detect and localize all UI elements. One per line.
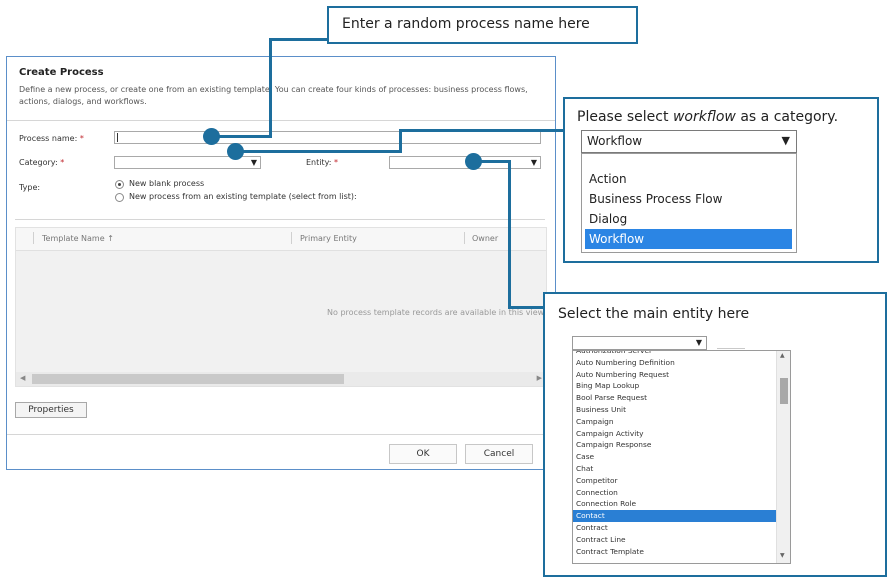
connector-line (399, 129, 402, 152)
process-name-label-text: Process name: (19, 134, 78, 143)
required-mark: * (334, 158, 339, 167)
column-divider (464, 232, 465, 244)
entity-option[interactable]: Contract Template (573, 546, 776, 558)
column-divider (33, 232, 34, 244)
category-label: Category: * (19, 158, 64, 167)
entity-dropdown-list: Authorization Server Auto Numbering Defin… (572, 350, 791, 564)
type-label: Type: (19, 183, 41, 192)
radio-new-blank-label: New blank process (129, 179, 205, 188)
category-option-action[interactable]: Action (585, 169, 792, 189)
cancel-button[interactable]: Cancel (465, 444, 533, 464)
connector-line (269, 38, 328, 41)
dialog-title: Create Process (19, 67, 104, 78)
required-mark: * (79, 134, 84, 143)
chevron-down-icon: ▼ (250, 158, 257, 167)
category-selected-value: Workflow (587, 134, 643, 148)
column-template-name-text: Template Name (42, 234, 105, 243)
radio-from-template[interactable] (115, 193, 124, 202)
dialog-description: Define a new process, or create one from… (19, 85, 528, 106)
entity-option[interactable]: Bing Map Lookup (573, 380, 776, 392)
field-underline (717, 348, 745, 349)
scroll-right-icon[interactable]: ▶ (537, 374, 542, 382)
entity-option[interactable]: Campaign (573, 416, 776, 428)
entity-option[interactable]: Campaign Response (573, 439, 776, 451)
column-owner[interactable]: Owner (472, 234, 498, 243)
entity-label: Entity: * (306, 158, 338, 167)
radio-new-blank-process[interactable] (115, 180, 124, 189)
callout-text: Select the main entity here (558, 306, 750, 322)
vertical-scrollbar[interactable]: ▲ ▼ (776, 351, 790, 563)
callout-text: Please select workflow as a category. (577, 109, 838, 125)
scroll-up-icon[interactable]: ▲ (780, 352, 785, 359)
category-option-business-process-flow[interactable]: Business Process Flow (585, 189, 792, 209)
entity-option[interactable]: Contract (573, 522, 776, 534)
scrollbar-thumb[interactable] (780, 378, 788, 404)
column-template-name[interactable]: Template Name ↑ (42, 234, 114, 243)
footer-divider (7, 434, 555, 435)
empty-grid-message: No process template records are availabl… (327, 308, 546, 317)
callout-text-suffix: as a category. (735, 109, 839, 125)
required-mark: * (60, 158, 65, 167)
category-option-workflow[interactable]: Workflow (585, 229, 792, 249)
entity-option[interactable]: Contract Line (573, 534, 776, 546)
entity-option[interactable]: Bool Parse Request (573, 392, 776, 404)
entity-option[interactable]: Authorization Server (573, 351, 776, 357)
callout-text-emphasis: workflow (672, 109, 736, 125)
connector-line (399, 129, 565, 132)
type-divider (15, 219, 545, 220)
pointer-dot (227, 143, 244, 160)
chevron-down-icon: ▼ (781, 134, 790, 147)
horizontal-scrollbar[interactable]: ◀ ▶ (16, 372, 546, 386)
scrollbar-thumb[interactable] (32, 374, 344, 384)
category-label-text: Category: (19, 158, 58, 167)
entity-option[interactable]: Connection Role (573, 498, 776, 510)
entity-label-text: Entity: (306, 158, 332, 167)
callout-text: Enter a random process name here (342, 16, 590, 32)
pointer-dot (203, 128, 220, 145)
chevron-down-icon: ▼ (530, 158, 537, 167)
callout-category: Please select workflow as a category. Wo… (563, 97, 879, 263)
text-cursor (117, 133, 118, 142)
callout-text-prefix: Please select (577, 109, 673, 125)
connector-line (508, 306, 545, 309)
radio-from-template-label: New process from an existing template (s… (129, 192, 357, 201)
category-dropdown-select[interactable]: Workflow ▼ (581, 130, 797, 153)
scroll-left-icon[interactable]: ◀ (20, 374, 25, 382)
category-dropdown-list: Action Business Process Flow Dialog Work… (581, 153, 797, 253)
entity-option[interactable]: Contact (573, 510, 776, 522)
entity-option[interactable]: Connection (573, 487, 776, 499)
entity-option[interactable]: Case (573, 451, 776, 463)
pointer-dot (465, 153, 482, 170)
entity-options: Authorization Server Auto Numbering Defin… (573, 351, 776, 563)
connector-line (236, 150, 402, 153)
header-divider (7, 120, 555, 121)
connector-line (212, 135, 272, 138)
entity-option[interactable]: Campaign Activity (573, 428, 776, 440)
entity-option[interactable]: Competitor (573, 475, 776, 487)
category-option-dialog[interactable]: Dialog (585, 209, 792, 229)
column-primary-entity[interactable]: Primary Entity (300, 234, 357, 243)
column-divider (291, 232, 292, 244)
entity-option[interactable]: Business Unit (573, 404, 776, 416)
connector-line (508, 160, 511, 308)
process-name-label: Process name: * (19, 134, 84, 143)
chevron-down-icon: ▼ (695, 338, 702, 347)
callout-process-name: Enter a random process name here (327, 6, 638, 44)
callout-entity: Select the main entity here ▼ Authorizat… (543, 292, 887, 577)
properties-button[interactable]: Properties (15, 402, 87, 418)
ok-button[interactable]: OK (389, 444, 457, 464)
entity-option[interactable]: Auto Numbering Definition (573, 357, 776, 369)
sort-ascending-icon: ↑ (107, 234, 114, 243)
create-process-dialog: Create Process Define a new process, or … (6, 56, 556, 470)
scroll-down-icon[interactable]: ▼ (780, 552, 785, 559)
process-name-input[interactable] (114, 131, 541, 144)
entity-dropdown-select[interactable]: ▼ (572, 336, 707, 350)
entity-option[interactable]: Auto Numbering Request (573, 369, 776, 381)
template-grid: Template Name ↑ Primary Entity Owner No … (15, 227, 547, 387)
connector-line (269, 38, 272, 138)
entity-option[interactable]: Chat (573, 463, 776, 475)
